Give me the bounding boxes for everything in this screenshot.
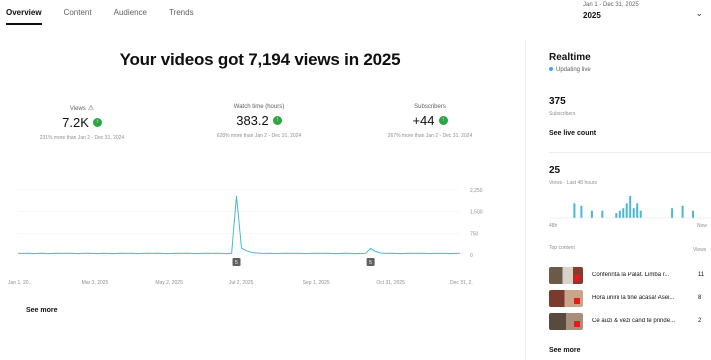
bar (601, 210, 604, 218)
metric-views[interactable]: Views ⚠ 7.2K ↑ 231% more than Jan 2 - Dec… (12, 104, 152, 141)
see-more-button[interactable]: See more (26, 307, 58, 314)
y-tick-label: 2,250 (470, 188, 483, 194)
realtime-bar-chart[interactable]: 48h Now (549, 190, 711, 230)
tab-content[interactable]: Content (64, 8, 92, 25)
y-tick-label: 1,500 (470, 210, 483, 216)
metric-compare: 267% more than Jan 2 - Dec 31, 2024 (387, 133, 473, 139)
video-views: 8 (698, 295, 702, 301)
realtime-status: Updating live (549, 67, 591, 73)
bar (636, 203, 639, 218)
bar (692, 210, 694, 218)
x-tick-label: Mar 3, 2025 (82, 280, 109, 286)
video-title: Ce auzi & vezi cand te prinde... (592, 318, 676, 324)
bar (580, 205, 583, 218)
x-tick-label: Oct 31, 2025 (376, 280, 405, 286)
metric-watch-time[interactable]: Watch time (hours) 383.2 ↑ 628% more tha… (189, 104, 329, 139)
badge-icon (574, 297, 580, 304)
chevron-down-icon: ⌄ (695, 8, 703, 18)
tab-audience[interactable]: Audience (114, 8, 147, 25)
realtime-subscribers-value: 375 (549, 96, 566, 107)
series-line (17, 195, 461, 255)
bar (615, 213, 618, 218)
bar (618, 210, 621, 218)
realtime-views-label: Views · Last 48 hours (549, 180, 597, 186)
trend-up-icon: ↑ (92, 118, 102, 127)
tab-trends[interactable]: Trends (169, 8, 194, 25)
live-dot-icon (549, 67, 553, 71)
panel-divider (525, 40, 526, 360)
video-thumbnail (549, 312, 583, 330)
top-content-label: Top content (549, 245, 575, 251)
x-tick-label: Jan 1, 20.. (8, 280, 31, 286)
bar (625, 203, 628, 218)
svg-text:5: 5 (235, 260, 238, 266)
x-tick-label: Now (697, 223, 707, 229)
top-content-views-header: Views (693, 247, 707, 253)
y-tick-label: 0 (470, 253, 473, 259)
realtime-see-more-button[interactable]: See more (549, 347, 581, 354)
video-publish-marker[interactable]: 5 (232, 258, 241, 266)
bar (681, 205, 684, 218)
metric-label: Subscribers (414, 104, 446, 110)
x-tick-label: Sep 1, 2025 (303, 280, 330, 286)
bar (629, 196, 632, 218)
badge-icon (574, 274, 580, 281)
realtime-subscribers-label: Subscribers (549, 111, 576, 117)
bar (590, 210, 593, 218)
metric-value: 7.2K (62, 115, 89, 130)
metric-label: Views (69, 106, 86, 112)
tab-overview[interactable]: Overview (6, 8, 42, 25)
video-title: Conferinta la Palat. Limba r... (592, 272, 670, 278)
badge-icon (574, 320, 580, 327)
x-tick-label: May 2, 2025 (155, 280, 183, 286)
bar (671, 208, 674, 218)
date-range-text: Jan 1 - Dec 31, 2025 (583, 2, 639, 8)
date-range-year: 2025 (583, 11, 601, 20)
metric-compare: 231% more than Jan 2 - Dec 31, 2024 (39, 135, 125, 141)
bar (573, 203, 576, 218)
metric-label: Watch time (hours) (233, 104, 285, 110)
video-thumbnail (549, 289, 583, 307)
video-views: 11 (698, 272, 705, 278)
warning-icon: ⚠ (87, 105, 95, 112)
analytics-page: Overview Content Audience Trends Jan 1 -… (0, 0, 711, 360)
x-tick-label: 48h (549, 223, 558, 229)
video-title: Hora unirii la tine acasa! Asei... (592, 295, 675, 301)
video-views: 2 (698, 318, 702, 324)
realtime-status-text: Updating live (556, 67, 591, 73)
realtime-views-value: 25 (549, 165, 561, 176)
see-live-count-button[interactable]: See live count (549, 130, 596, 137)
trend-up-icon: ↑ (438, 116, 448, 125)
metric-value: +44 (412, 113, 435, 128)
top-content-item[interactable]: Hora unirii la tine acasa! Asei... 8 (549, 289, 711, 307)
y-tick-label: 750 (470, 231, 479, 237)
video-thumbnail (549, 266, 583, 284)
metric-compare: 628% more than Jan 2 - Dec 31, 2024 (216, 133, 302, 139)
x-tick-label: Jul 2, 2025 (229, 280, 254, 286)
bar (639, 210, 642, 218)
svg-text:5: 5 (369, 260, 372, 266)
trend-up-icon: ↑ (272, 116, 282, 125)
top-content-item[interactable]: Conferinta la Palat. Limba r... 11 (549, 266, 711, 284)
metric-value: 383.2 (236, 113, 269, 128)
bar (632, 208, 635, 218)
tab-bar: Overview Content Audience Trends (6, 8, 194, 25)
page-title: Your videos got 7,194 views in 2025 (119, 50, 401, 69)
metric-subscribers[interactable]: Subscribers +44 ↑ 267% more than Jan 2 -… (360, 104, 500, 139)
bar (622, 208, 625, 218)
top-content-item[interactable]: Ce auzi & vezi cand te prinde... 2 (549, 312, 711, 330)
separator (549, 152, 711, 153)
x-tick-label: Dec 31, 2. (450, 280, 473, 286)
date-range-selector[interactable]: Jan 1 - Dec 31, 2025 2025 ⌄ (583, 2, 703, 20)
realtime-title: Realtime (549, 52, 591, 63)
views-line-chart[interactable]: 2,250 1,500 750 0 5 5 Jan 1, 20.. Mar 3, 2025 Ma… (0, 180, 500, 290)
video-publish-marker[interactable]: 5 (366, 258, 375, 266)
